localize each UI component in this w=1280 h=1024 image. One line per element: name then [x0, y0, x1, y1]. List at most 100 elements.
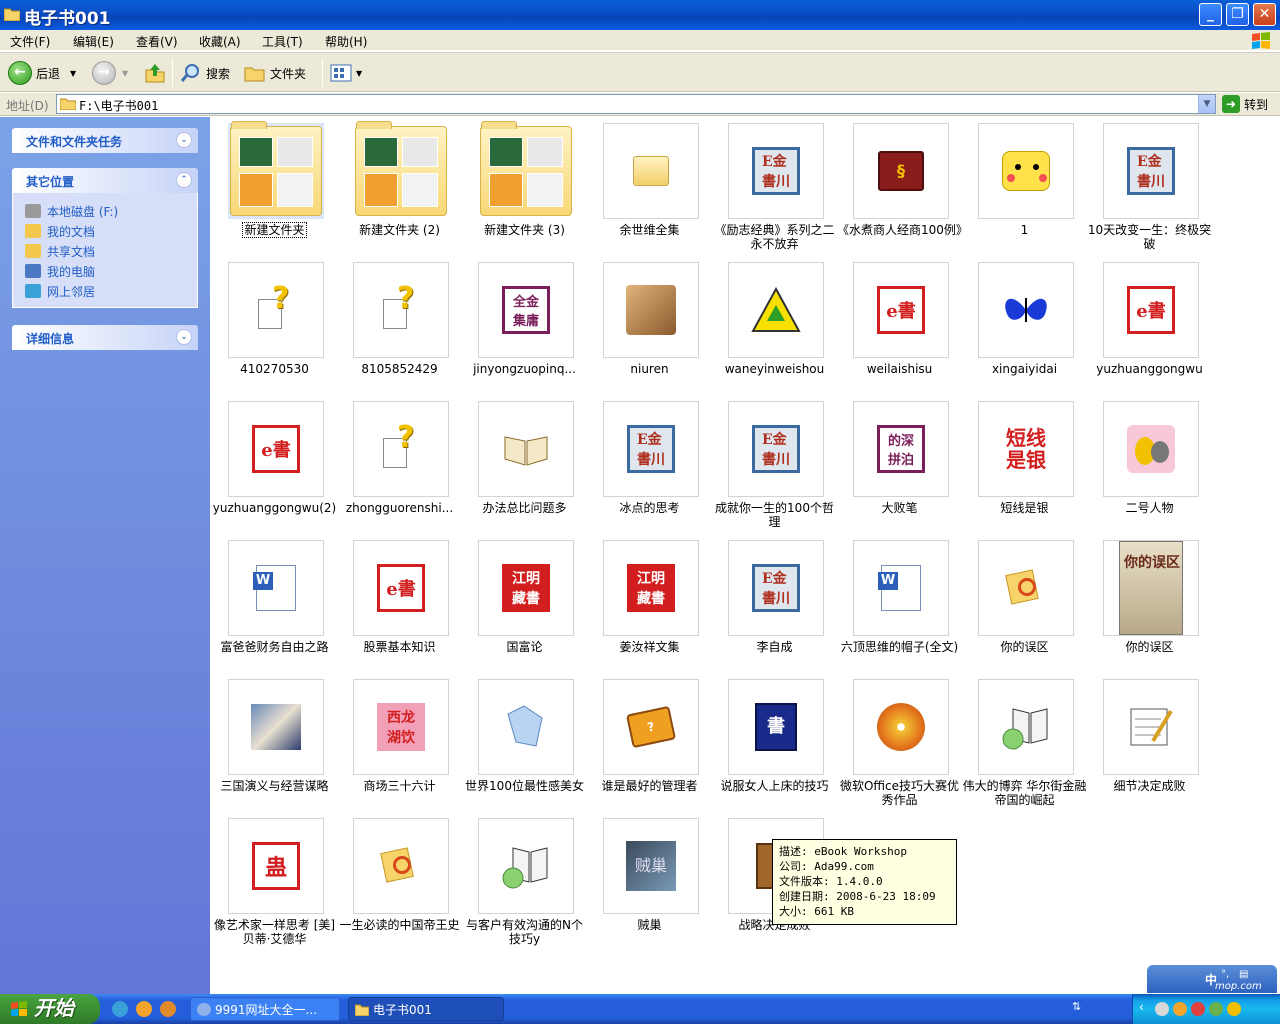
notepad-icon[interactable] — [1103, 679, 1199, 775]
unknown-file-icon[interactable]: ? — [353, 401, 449, 497]
folder-icon[interactable] — [478, 121, 574, 219]
file-label[interactable]: 410270530 — [212, 362, 337, 376]
file-label[interactable]: waneyinweishou — [712, 362, 837, 376]
file-label[interactable]: 冰点的思考 — [587, 501, 712, 515]
place-link[interactable]: 本地磁盘 (F:) — [25, 201, 197, 221]
crystal-icon[interactable] — [478, 679, 574, 775]
file-item[interactable]: 江明 藏書 姜汝祥文集 — [587, 536, 712, 675]
ebook-e-icon[interactable]: e書 — [228, 401, 324, 497]
address-value[interactable]: F:\电子书001 — [79, 97, 158, 114]
menu-file[interactable]: 文件(F) — [10, 33, 50, 50]
title-bar[interactable]: 电子书001 _ ❐ ✕ — [0, 0, 1280, 30]
unknown-file-icon[interactable]: ? — [353, 262, 449, 358]
butterfly-icon[interactable] — [978, 262, 1074, 358]
file-label[interactable]: 1 — [962, 223, 1087, 237]
red-text-icon[interactable]: 短线 是银 — [978, 401, 1074, 497]
word-doc-icon[interactable]: W — [853, 540, 949, 636]
start-button[interactable]: 开始 — [0, 994, 100, 1024]
file-item[interactable]: 1 — [962, 119, 1087, 258]
file-label[interactable]: 短线是银 — [962, 501, 1087, 515]
file-label[interactable]: weilaishisu — [837, 362, 962, 376]
folder-icon[interactable] — [353, 121, 449, 219]
file-item[interactable]: e書 weilaishisu — [837, 258, 962, 397]
tray-icon[interactable] — [1209, 1002, 1223, 1016]
file-label[interactable]: 新建文件夹 (3) — [462, 223, 587, 237]
views-button[interactable]: ▼ — [330, 59, 362, 87]
file-label[interactable]: 二号人物 — [1087, 501, 1212, 515]
ie-quicklaunch-icon[interactable] — [112, 1001, 128, 1017]
file-item[interactable]: 新建文件夹 (2) — [337, 119, 462, 258]
file-label[interactable]: 成就你一生的100个哲理 — [712, 501, 837, 529]
ime-punct-icon[interactable]: °, — [1221, 969, 1229, 980]
file-label[interactable]: 股票基本知识 — [337, 640, 462, 654]
file-label[interactable]: 大败笔 — [837, 501, 962, 515]
file-label[interactable]: 微软Office技巧大赛优秀作品 — [837, 779, 962, 807]
other-places-header[interactable]: 其它位置 ⌃ — [12, 168, 198, 193]
file-label[interactable]: 三国演义与经营谋略 — [212, 779, 337, 793]
file-label[interactable]: 10天改变一生：终极突破 — [1087, 223, 1212, 251]
go-button[interactable]: ➜ 转到 — [1222, 95, 1268, 113]
qq-quicklaunch-icon[interactable] — [136, 1001, 152, 1017]
blue-book-icon[interactable]: 書 — [728, 679, 824, 775]
file-label[interactable]: 你的误区 — [962, 640, 1087, 654]
chevron-down-icon[interactable]: ⌄ — [176, 329, 192, 345]
place-link[interactable]: 我的文档 — [25, 221, 197, 241]
file-item[interactable]: xingaiyidai — [962, 258, 1087, 397]
tray-icon[interactable] — [1155, 1002, 1169, 1016]
red-seal-icon[interactable]: 江明 藏書 — [603, 540, 699, 636]
file-label[interactable]: 贼巢 — [587, 918, 712, 932]
address-dropdown-icon[interactable]: ▼ — [1198, 95, 1215, 113]
file-item[interactable]: 微软Office技巧大赛优秀作品 — [837, 675, 962, 814]
file-label[interactable]: 一生必读的中国帝王史 — [337, 918, 462, 932]
file-item[interactable]: e書 yuzhuanggongwu — [1087, 258, 1212, 397]
book-cover-icon[interactable]: 你的误区 — [1103, 540, 1199, 636]
ebook-e-icon[interactable]: e書 — [353, 540, 449, 636]
file-label[interactable]: yuzhuanggongwu(2) — [212, 501, 337, 515]
red-seal-icon[interactable]: 江明 藏書 — [478, 540, 574, 636]
ebook-seal-icon[interactable]: E金 書川 — [728, 123, 824, 219]
file-item[interactable]: 办法总比问题多 — [462, 397, 587, 536]
file-label[interactable]: 李自成 — [712, 640, 837, 654]
app-quicklaunch-icon[interactable] — [160, 1001, 176, 1017]
cartoon-icon[interactable] — [1103, 401, 1199, 497]
file-label[interactable]: 新建文件夹 — [212, 222, 337, 238]
file-item[interactable]: E金 書川 李自成 — [712, 536, 837, 675]
pikachu-icon[interactable] — [978, 123, 1074, 219]
red-symbol-icon[interactable]: 蛊 — [228, 818, 324, 914]
ebook-seal-icon[interactable]: E金 書川 — [603, 401, 699, 497]
file-item[interactable]: 短线 是银 短线是银 — [962, 397, 1087, 536]
file-label[interactable]: 六顶思维的帽子(全文) — [837, 640, 962, 654]
tray-icon[interactable] — [1191, 1002, 1205, 1016]
file-item[interactable]: E金 書川冰点的思考 — [587, 397, 712, 536]
tray-icon[interactable] — [1227, 1002, 1241, 1016]
back-dropdown-icon[interactable]: ▼ — [70, 69, 76, 78]
file-label[interactable]: 与客户有效沟通的N个技巧y — [462, 918, 587, 946]
file-item[interactable]: 新建文件夹 (3) — [462, 119, 587, 258]
ime-keyboard-icon[interactable]: ▤ — [1239, 969, 1248, 980]
file-item[interactable]: 蛊像艺术家一样思考 [美]贝蒂·艾德华 — [212, 814, 337, 953]
file-label[interactable]: 富爸爸财务自由之路 — [212, 640, 337, 654]
details-header[interactable]: 详细信息 ⌄ — [12, 325, 198, 350]
file-item[interactable]: 一生必读的中国帝王史 — [337, 814, 462, 953]
back-button[interactable]: ← 后退 ▼ — [8, 59, 76, 87]
ime-toolbar[interactable]: 中 °, ▤ mop.com — [1147, 965, 1277, 993]
file-label[interactable]: 国富论 — [462, 640, 587, 654]
file-item[interactable]: 你的误区 — [962, 536, 1087, 675]
file-item[interactable]: 伟大的博弈 华尔街金融帝国的崛起 — [962, 675, 1087, 814]
file-item[interactable]: E金 書川 10天改变一生：终极突破 — [1087, 119, 1212, 258]
open-book-icon[interactable] — [478, 401, 574, 497]
file-item[interactable]: 西龙 湖饮 商场三十六计 — [337, 675, 462, 814]
file-item[interactable]: ? zhongguorenshi... — [337, 397, 462, 536]
jinyong-seal-icon[interactable]: 全金 集庸 — [478, 262, 574, 358]
magnifier-doc-icon[interactable] — [353, 818, 449, 914]
help-book-icon[interactable]: ? — [603, 679, 699, 775]
ebook-seal-icon[interactable]: E金 書川 — [1103, 123, 1199, 219]
file-label[interactable]: 8105852429 — [337, 362, 462, 376]
book-cd-icon[interactable] — [978, 679, 1074, 775]
search-button[interactable]: 搜索 — [180, 59, 230, 87]
file-item[interactable]: ? 谁是最好的管理者 — [587, 675, 712, 814]
close-button[interactable]: ✕ — [1253, 3, 1276, 26]
dark-cover-icon[interactable]: 贼巢 — [603, 818, 699, 914]
desktop-toggle-icon[interactable]: ⇅ — [1072, 1000, 1081, 1013]
book-cd-icon[interactable] — [478, 818, 574, 914]
